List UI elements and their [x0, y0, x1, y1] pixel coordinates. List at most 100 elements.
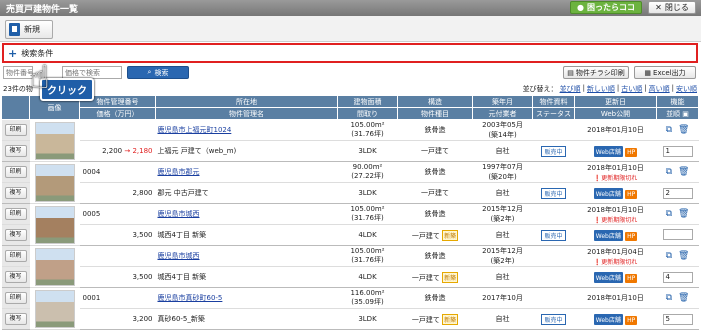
printer-icon: ▤: [567, 68, 574, 77]
area: 90.00m²: [352, 163, 383, 171]
flyer-print-button[interactable]: ▤ 物件チラシ印刷: [563, 66, 629, 79]
copy-row-button[interactable]: 複写: [4, 187, 27, 199]
expiry-warning: ❗更新期限切れ: [575, 173, 657, 182]
sort-newest[interactable]: 新しい順: [587, 84, 615, 94]
area-cell: 105.00m² (31.76坪): [337, 203, 398, 225]
copy-icon[interactable]: ⧉: [666, 293, 672, 303]
web-store-badge[interactable]: Web店舗: [593, 229, 623, 241]
expiry-warning: ❗更新期限切れ: [575, 257, 657, 266]
address-link[interactable]: 鹿児島市城西: [158, 210, 200, 218]
sort-default[interactable]: 並び順: [560, 84, 581, 94]
hp-badge[interactable]: HP: [625, 147, 638, 157]
copy-icon[interactable]: ⧉: [666, 209, 672, 219]
web-store-badge[interactable]: Web店舗: [593, 145, 623, 157]
row-actions: 複写: [1, 224, 30, 246]
sort-highest[interactable]: 高い順: [649, 84, 670, 94]
trash-icon[interactable]: 🗑: [678, 125, 689, 135]
structure: 鉄骨造: [397, 203, 473, 225]
order-input[interactable]: 4: [662, 271, 693, 283]
trash-icon[interactable]: 🗑: [678, 209, 689, 219]
property-photo[interactable]: [34, 247, 75, 286]
area-tsubo: (31.76坪): [351, 130, 384, 138]
status-cell: 販売中: [532, 224, 575, 246]
address-link[interactable]: 鹿児島市真砂町60-5: [158, 294, 223, 302]
web-store-badge[interactable]: Web店舗: [593, 187, 623, 199]
price-cell: 2,800: [79, 182, 156, 204]
property-photo[interactable]: [34, 163, 75, 202]
property-photo[interactable]: [34, 205, 75, 244]
copy-row-button[interactable]: 複写: [4, 271, 27, 283]
web-cell: Web店舗 HP: [574, 308, 657, 330]
order-input[interactable]: 1: [662, 145, 693, 157]
sort-oldest[interactable]: 古い順: [621, 84, 642, 94]
web-store-badge[interactable]: Web店舗: [593, 313, 623, 325]
header-built: 築年月: [472, 95, 533, 108]
sort-lowest[interactable]: 安い順: [676, 84, 697, 94]
order-input[interactable]: 5: [662, 313, 693, 325]
built-cell: 2015年12月 (築2年): [472, 203, 533, 225]
name-cell: 真砂60-5_新築: [155, 308, 338, 330]
copy-row-button[interactable]: 複写: [4, 313, 27, 325]
old-price: 2,200: [102, 147, 123, 155]
new-build-tag: 新築: [442, 229, 459, 241]
header-layout: 間取り: [337, 107, 398, 120]
address-link[interactable]: 鹿児島市上福元町1024: [158, 126, 232, 134]
excel-export-button[interactable]: ▦ Excel出力: [634, 66, 696, 79]
layout: 4LDK: [337, 266, 398, 288]
trash-icon[interactable]: 🗑: [678, 167, 689, 177]
photo-cell: [29, 287, 80, 330]
header-status: ステータス: [532, 107, 575, 120]
hp-badge[interactable]: HP: [625, 231, 638, 241]
close-button[interactable]: ✕ 閉じる: [648, 1, 696, 14]
property-name: 郡元 中古戸建て: [157, 189, 209, 197]
updated-date: 2018年01月10日: [587, 205, 644, 214]
table-row-sub: 複写 2,800 郡元 中古戸建て 3LDK 一戸建て 自社 販売中 Web店舗…: [1, 182, 699, 204]
table-row: 印刷 鹿児島市上福元町1024 105.00m² (31.76坪) 鉄骨造 200…: [1, 119, 699, 162]
order-cell: 1: [656, 140, 699, 162]
order-input[interactable]: 2: [662, 187, 693, 199]
copy-icon[interactable]: ⧉: [666, 251, 672, 261]
new-button[interactable]: 新規: [5, 20, 53, 39]
help-button[interactable]: ● 困ったらココ: [570, 1, 642, 14]
photo-cell: [29, 203, 80, 246]
save-icon[interactable]: ▣: [682, 110, 689, 118]
order-input[interactable]: [662, 228, 693, 240]
trash-icon[interactable]: 🗑: [678, 251, 689, 261]
copy-row-button[interactable]: 複写: [4, 229, 27, 241]
layout: 3LDK: [337, 182, 398, 204]
hp-badge[interactable]: HP: [625, 273, 638, 283]
search-conditions-toggle[interactable]: + 検索条件: [2, 43, 698, 63]
mgmt-no: 0001: [79, 287, 156, 309]
search-button[interactable]: ⌕ 検索: [127, 66, 189, 79]
trash-icon[interactable]: 🗑: [678, 293, 689, 303]
row-actions: 複写: [1, 140, 30, 162]
copy-icon[interactable]: ⧉: [666, 125, 672, 135]
updated-cell: 2018年01月04日 ❗更新期限切れ: [574, 245, 657, 267]
print-row-button[interactable]: 印刷: [4, 208, 27, 220]
print-row-button[interactable]: 印刷: [4, 250, 27, 262]
property-number-input[interactable]: [3, 66, 33, 79]
area: 116.00m²: [350, 289, 385, 297]
print-row-button[interactable]: 印刷: [4, 166, 27, 178]
header-name: 物件管理名: [155, 107, 338, 120]
structure: 鉄骨造: [397, 245, 473, 267]
copy-icon[interactable]: ⧉: [666, 167, 672, 177]
new-build-tag: 新築: [442, 313, 459, 325]
print-row-button[interactable]: 印刷: [4, 124, 27, 136]
hp-badge[interactable]: HP: [625, 189, 638, 199]
property-photo[interactable]: [34, 121, 75, 160]
property-type: 一戸建て: [411, 273, 440, 282]
web-cell: Web店舗 HP: [574, 182, 657, 204]
hp-badge[interactable]: HP: [625, 315, 638, 325]
print-row-button[interactable]: 印刷: [4, 292, 27, 304]
copy-row-button[interactable]: 複写: [4, 145, 27, 157]
mgmt-no: [79, 119, 156, 141]
web-store-badge[interactable]: Web店舗: [593, 271, 623, 283]
order-label: 並順: [666, 109, 681, 118]
address-link[interactable]: 鹿児島市城西: [158, 252, 200, 260]
area-tsubo: (31.76坪): [351, 256, 384, 264]
property-photo[interactable]: [34, 289, 75, 328]
type-cell: 一戸建て: [397, 140, 473, 162]
structure: 鉄骨造: [397, 119, 473, 141]
address-link[interactable]: 鹿児島市郡元: [158, 168, 200, 176]
